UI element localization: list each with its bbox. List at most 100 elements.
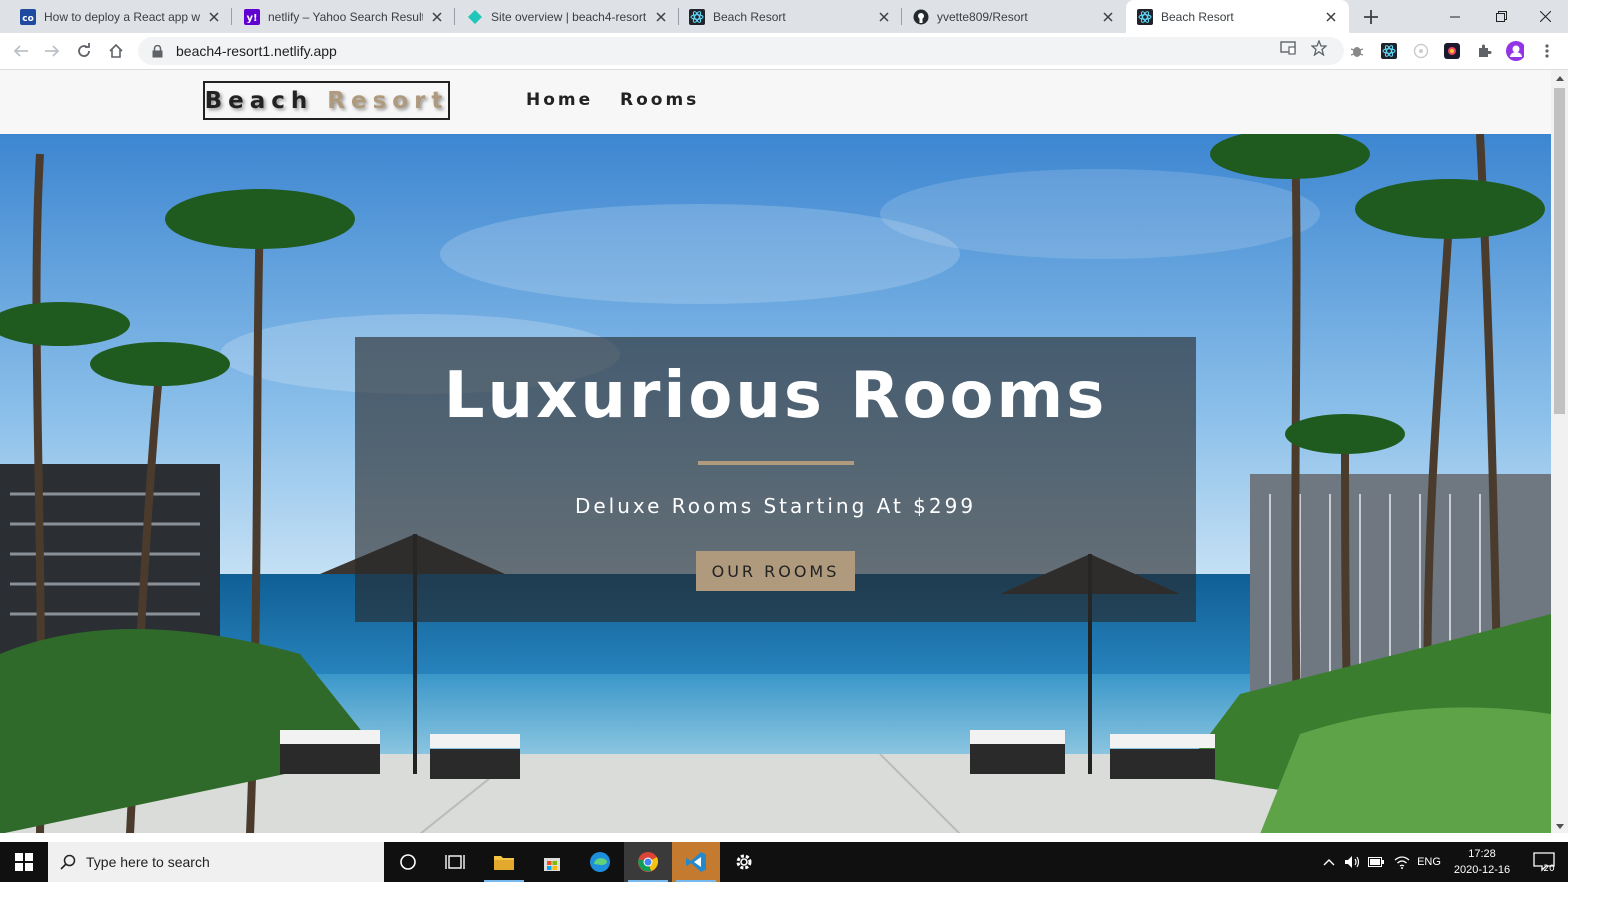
nav-link-home[interactable]: Home <box>526 90 593 110</box>
edge-icon <box>590 852 610 872</box>
new-tab-button[interactable] <box>1360 6 1382 28</box>
tab-yahoo-search[interactable]: y! netlify – Yahoo Search Results <box>232 0 455 33</box>
folder-icon <box>494 856 514 870</box>
minimize-button[interactable] <box>1432 0 1478 33</box>
volume-icon[interactable] <box>1342 842 1362 882</box>
close-icon[interactable] <box>1323 9 1339 25</box>
task-view-icon <box>445 855 465 869</box>
close-window-button[interactable] <box>1522 0 1568 33</box>
system-clock[interactable]: 17:28 2020-12-16 <box>1445 846 1519 878</box>
clock-date: 2020-12-16 <box>1453 864 1511 876</box>
close-icon[interactable] <box>206 9 222 25</box>
react-icon <box>1137 8 1153 25</box>
home-icon <box>109 43 123 58</box>
react-devtools-icon[interactable] <box>1380 42 1398 60</box>
redux-devtools-icon[interactable] <box>1412 42 1430 60</box>
windows-taskbar: Type here to search ENG 17:28 2020-12-16 <box>0 842 1568 882</box>
tab-title: Site overview | beach4-resort1 <box>491 9 647 24</box>
github-icon <box>913 9 929 25</box>
tray-chevron-up-icon[interactable] <box>1320 842 1338 882</box>
arrow-right-icon <box>45 45 60 57</box>
restore-icon <box>1495 11 1507 22</box>
vscode-button[interactable] <box>672 842 720 882</box>
restore-button[interactable] <box>1478 0 1524 33</box>
close-icon[interactable] <box>653 9 669 25</box>
close-icon <box>1539 11 1551 22</box>
search-placeholder: Type here to search <box>86 854 210 870</box>
close-icon[interactable] <box>1100 9 1116 25</box>
vscode-icon <box>686 852 706 872</box>
task-view-button[interactable] <box>431 842 479 882</box>
bug-extension-icon[interactable] <box>1348 42 1366 60</box>
hero-subtitle: Deluxe Rooms Starting At $299 <box>574 494 977 518</box>
notification-icon: 20 <box>1533 852 1555 873</box>
svg-text:y!: y! <box>246 13 257 24</box>
url-text: beach4-resort1.netlify.app <box>176 43 337 59</box>
forward-button[interactable] <box>40 39 64 63</box>
cortana-circle-icon <box>400 854 416 870</box>
site-logo[interactable]: Beach Resort <box>203 81 450 120</box>
colorful-extension-icon[interactable] <box>1443 42 1461 60</box>
bookmark-star-icon[interactable] <box>1310 39 1328 57</box>
hero-banner: Luxurious Rooms Deluxe Rooms Starting At… <box>355 337 1196 622</box>
tab-netlify-overview[interactable]: Site overview | beach4-resort1 <box>455 0 679 33</box>
tab-title: Beach Resort <box>1161 9 1234 24</box>
browser-menu-icon[interactable] <box>1538 42 1556 60</box>
windows-logo-icon <box>15 853 33 871</box>
tab-title: How to deploy a React app wit <box>44 9 200 24</box>
hero-title: Luxurious Rooms <box>443 359 1108 433</box>
search-icon <box>60 854 76 870</box>
plus-icon <box>1364 10 1378 24</box>
page-viewport: Beach Resort Home Rooms Luxurious Rooms … <box>0 70 1551 833</box>
page-scrollbar[interactable] <box>1551 70 1568 833</box>
tab-github-repo[interactable]: yvette809/Resort <box>902 0 1126 33</box>
gear-icon <box>736 854 752 870</box>
settings-button[interactable] <box>720 842 768 882</box>
reload-button[interactable] <box>72 39 96 63</box>
scroll-down-arrow-icon[interactable] <box>1555 822 1564 831</box>
extensions-puzzle-icon[interactable] <box>1475 42 1493 60</box>
codesandbox-icon: co <box>20 8 36 25</box>
close-icon[interactable] <box>429 9 445 25</box>
action-center-button[interactable]: 20 <box>1524 842 1564 882</box>
tab-title: netlify – Yahoo Search Results <box>268 9 423 24</box>
minimize-icon <box>1450 16 1460 17</box>
nav-link-rooms[interactable]: Rooms <box>620 90 699 110</box>
cast-icon[interactable] <box>1279 39 1297 57</box>
cortana-button[interactable] <box>384 842 432 882</box>
chrome-button[interactable] <box>624 842 672 882</box>
clock-time: 17:28 <box>1468 848 1496 860</box>
netlify-icon <box>467 9 483 25</box>
tab-title: Beach Resort <box>713 9 786 24</box>
close-icon[interactable] <box>876 9 892 25</box>
store-bag-icon <box>544 858 560 871</box>
file-explorer-button[interactable] <box>480 842 528 882</box>
scrollbar-thumb[interactable] <box>1554 88 1565 414</box>
tab-beach-resort-active[interactable]: Beach Resort <box>1126 0 1349 33</box>
lock-icon <box>150 44 164 58</box>
address-bar[interactable]: beach4-resort1.netlify.app <box>138 37 1344 65</box>
tab-title: yvette809/Resort <box>937 9 1028 24</box>
svg-text:co: co <box>22 14 34 24</box>
edge-browser-button[interactable] <box>576 842 624 882</box>
wifi-icon[interactable] <box>1392 842 1412 882</box>
scroll-up-arrow-icon[interactable] <box>1555 74 1564 83</box>
arrow-left-icon <box>13 45 28 57</box>
hero-section: Luxurious Rooms Deluxe Rooms Starting At… <box>0 134 1551 833</box>
logo-word-resort: Resort <box>327 87 449 114</box>
our-rooms-button[interactable]: OUR ROOMS <box>696 551 855 591</box>
browser-toolbar: beach4-resort1.netlify.app <box>0 33 1568 70</box>
chrome-icon <box>638 852 659 872</box>
tab-beach-resort[interactable]: Beach Resort <box>679 0 902 33</box>
back-button[interactable] <box>9 39 33 63</box>
site-navbar: Beach Resort Home Rooms <box>0 70 1551 134</box>
taskbar-search-box[interactable]: Type here to search <box>48 842 384 882</box>
tab-deploy-react[interactable]: co How to deploy a React app wit <box>0 0 232 33</box>
battery-icon[interactable] <box>1366 842 1386 882</box>
start-button[interactable] <box>0 842 48 882</box>
language-indicator[interactable]: ENG <box>1414 842 1444 882</box>
home-button[interactable] <box>104 39 128 63</box>
profile-avatar[interactable] <box>1506 41 1524 61</box>
tab-strip: co How to deploy a React app wit y! netl… <box>0 0 1568 33</box>
microsoft-store-button[interactable] <box>528 842 576 882</box>
